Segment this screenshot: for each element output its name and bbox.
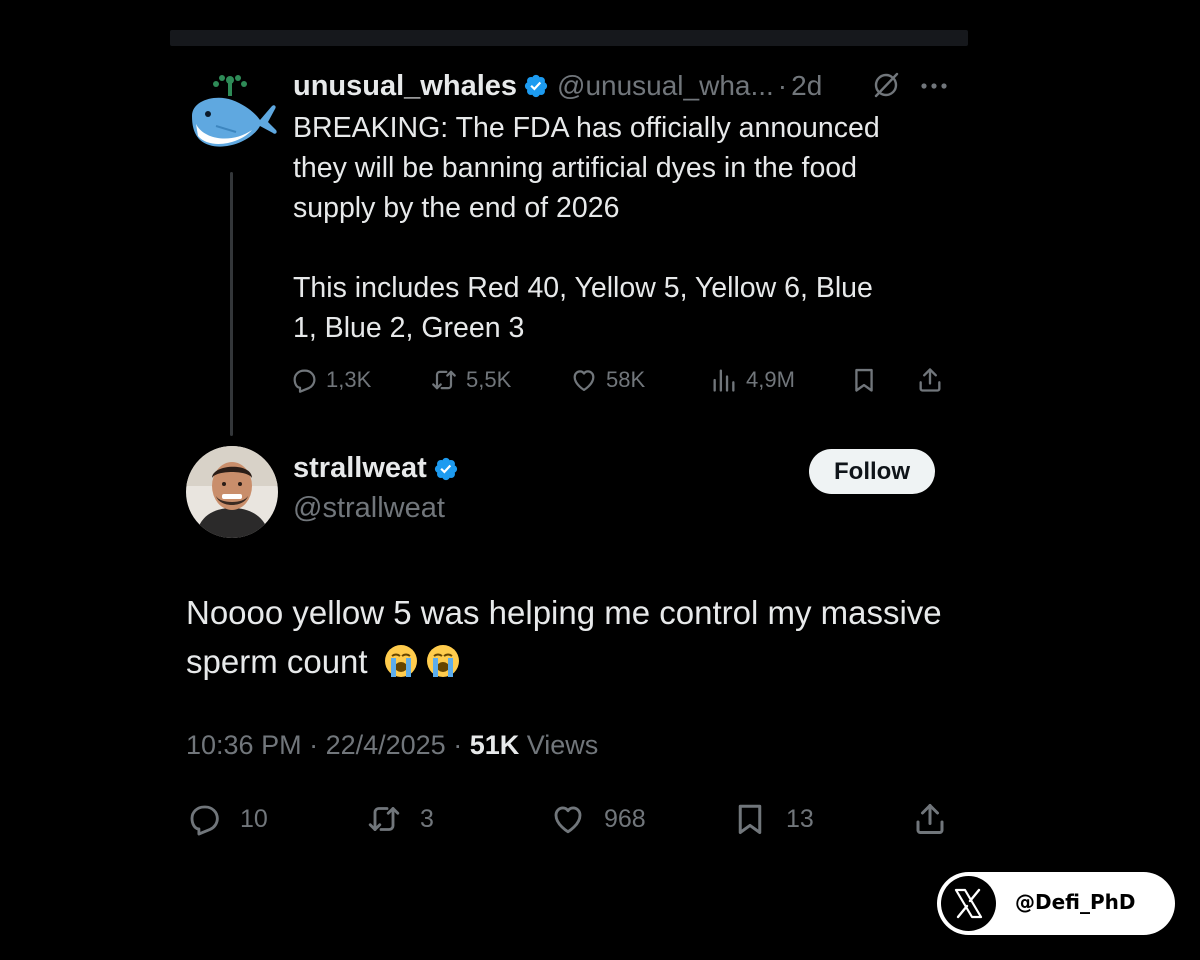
author-handle[interactable]: @strallweat <box>293 492 445 525</box>
loudly-crying-face-icon <box>426 645 459 677</box>
reply-icon <box>190 805 219 836</box>
quoted-timestamp[interactable]: 2d <box>791 70 822 102</box>
repost-icon <box>432 370 456 390</box>
share-icon <box>916 804 944 834</box>
reply-button[interactable]: 10 <box>186 796 268 842</box>
quoted-views-button[interactable]: 4,9M <box>710 360 795 400</box>
quoted-like-count: 58K <box>606 367 646 392</box>
repost-count: 3 <box>420 804 434 833</box>
repost-icon <box>368 807 400 831</box>
reply-count: 10 <box>240 804 268 833</box>
quoted-reply-count: 1,3K <box>326 367 372 392</box>
header-separator: · <box>777 70 788 101</box>
quoted-reply-button[interactable]: 1,3K <box>290 360 371 400</box>
tweet-metadata: 10:36 PM · 22/4/2025 · 51K Views <box>186 730 598 761</box>
tweet-actions: 10 3 968 13 <box>186 796 956 842</box>
thread-connector-line <box>230 172 233 436</box>
views-icon <box>713 369 735 392</box>
quoted-bookmark-button[interactable] <box>850 360 886 400</box>
loudly-crying-face-icon <box>384 645 417 677</box>
author-name-row: strallweat <box>293 452 467 485</box>
watermark-badge: @Defi_PhD <box>937 872 1175 935</box>
quoted-handle[interactable]: @unusual_wha... <box>557 70 774 102</box>
quoted-tweet-actions: 1,3K 5,5K 58K 4,9M <box>290 360 950 400</box>
follow-button[interactable]: Follow <box>809 449 935 494</box>
meta-separator: · <box>445 730 470 760</box>
bookmark-count: 13 <box>786 804 814 833</box>
share-icon <box>919 368 941 392</box>
share-button[interactable] <box>912 796 966 842</box>
whale-avatar-icon[interactable] <box>186 70 278 162</box>
tweet-views-count[interactable]: 51K <box>470 730 520 760</box>
quoted-like-button[interactable]: 58K <box>570 360 645 400</box>
repost-button[interactable]: 3 <box>366 796 434 842</box>
bookmark-icon <box>738 804 762 834</box>
verified-badge-icon <box>434 457 457 480</box>
like-button[interactable]: 968 <box>550 796 646 842</box>
quoted-views-count: 4,9M <box>746 367 795 392</box>
quoted-tweet-text: BREAKING: The FDA has officially announc… <box>293 112 880 344</box>
grok-icon[interactable] <box>871 70 901 100</box>
tweet-text-content: Noooo yellow 5 was helping me control my… <box>186 594 942 680</box>
screenshot-canvas: unusual_whales @unusual_wha... · 2d BREA… <box>0 0 1200 960</box>
like-icon <box>554 806 582 834</box>
quoted-tweet-header: unusual_whales @unusual_wha... · 2d <box>293 66 953 106</box>
user-avatar[interactable] <box>186 446 278 538</box>
tweet-date[interactable]: 22/4/2025 <box>326 730 446 760</box>
quoted-display-name[interactable]: unusual_whales <box>293 70 517 103</box>
x-logo-icon <box>941 876 996 931</box>
watermark-handle: @Defi_PhD <box>1015 890 1136 914</box>
quoted-share-button[interactable] <box>916 360 952 400</box>
like-icon <box>573 370 595 392</box>
meta-separator: · <box>301 730 326 760</box>
more-icon[interactable] <box>918 72 950 100</box>
tweet-time[interactable]: 10:36 PM <box>186 730 302 760</box>
verified-badge-icon <box>524 74 548 98</box>
reply-icon <box>293 369 316 393</box>
top-divider-bar <box>170 30 968 46</box>
bookmark-button[interactable]: 13 <box>732 796 814 842</box>
author-display-name[interactable]: strallweat <box>293 452 427 485</box>
tweet-text: Noooo yellow 5 was helping me control my… <box>186 588 966 686</box>
quoted-repost-button[interactable]: 5,5K <box>430 360 511 400</box>
quoted-repost-count: 5,5K <box>466 367 512 392</box>
bookmark-icon <box>855 368 873 392</box>
like-count: 968 <box>604 804 646 833</box>
tweet-views-label: Views <box>519 730 599 760</box>
